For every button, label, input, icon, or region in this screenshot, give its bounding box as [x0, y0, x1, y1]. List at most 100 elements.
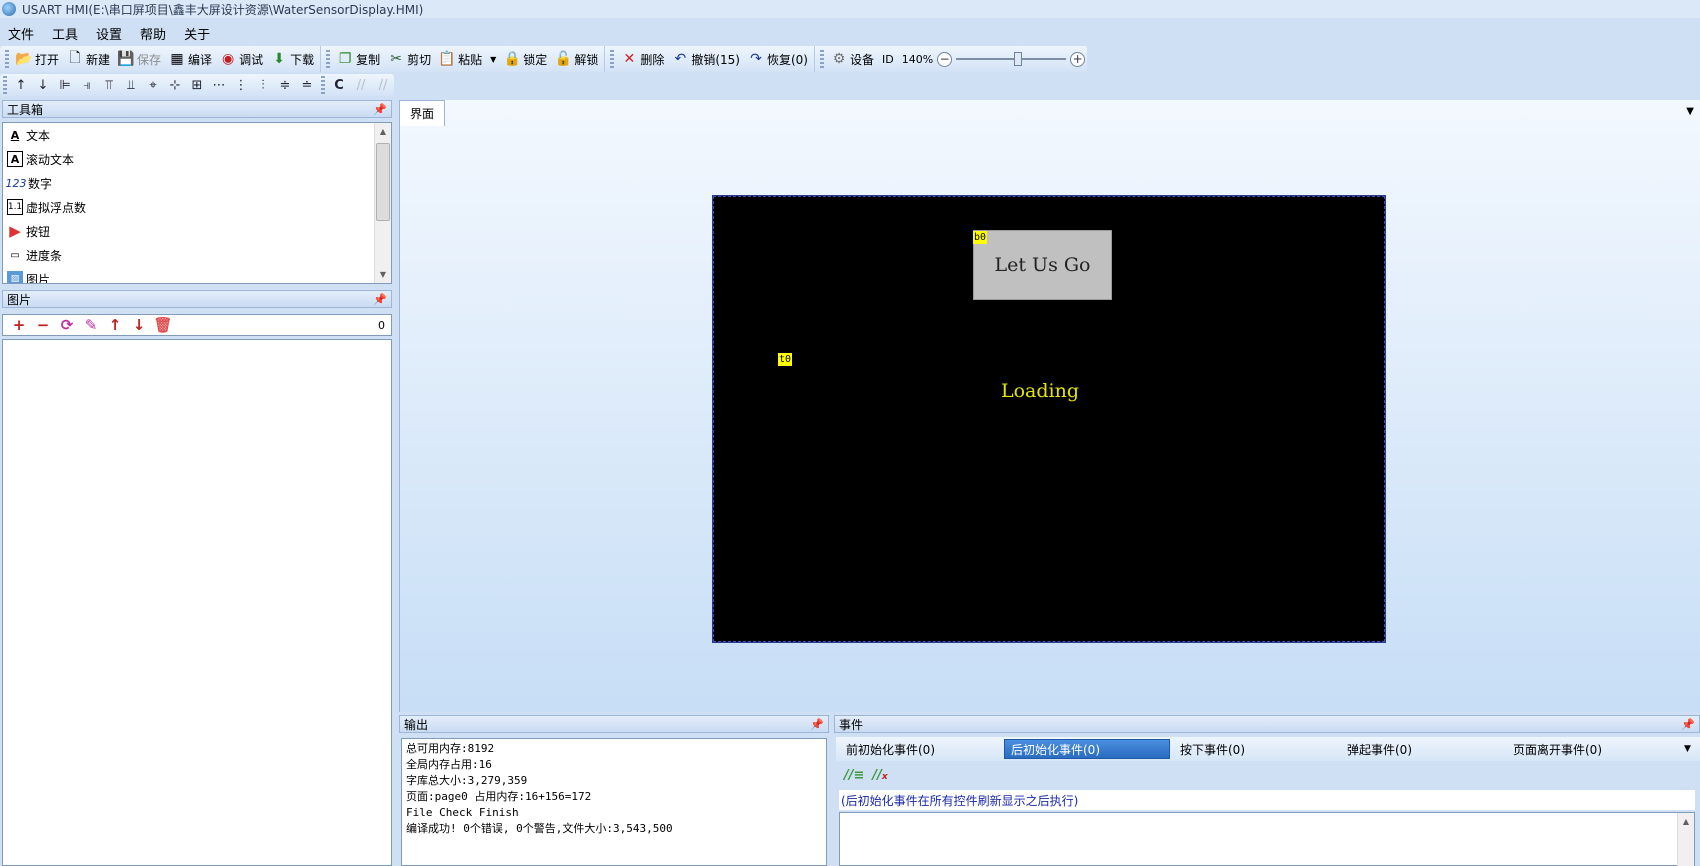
tab-release-event[interactable]: 弹起事件(0): [1341, 739, 1418, 759]
align-top-icon[interactable]: ⫪: [98, 75, 120, 95]
toolbar-grip[interactable]: [819, 50, 824, 68]
id-label: ID: [882, 52, 894, 66]
paste-button[interactable]: 📋 粘贴: [435, 48, 486, 70]
toolbox-item-progress[interactable]: ▭ 进度条: [3, 243, 391, 267]
align-left-icon[interactable]: ⊫: [54, 75, 76, 95]
download-button[interactable]: ⬇ 下载: [267, 48, 318, 70]
code-scrollbar[interactable]: ▲: [1677, 813, 1694, 866]
menu-about[interactable]: 关于: [175, 24, 219, 43]
scroll-up-icon[interactable]: ▲: [375, 123, 391, 140]
align-right-icon[interactable]: ⫣: [76, 75, 98, 95]
move-down-icon[interactable]: ↓: [127, 315, 151, 335]
pin-icon[interactable]: 📌: [373, 103, 387, 116]
save-icon: 💾: [117, 51, 135, 67]
toolbar-grip[interactable]: [610, 50, 615, 68]
tab-page-exit-event[interactable]: 页面离开事件(0): [1507, 739, 1608, 759]
zoom-slider-thumb[interactable]: [1014, 52, 1023, 66]
comment-icon[interactable]: //: [350, 75, 372, 95]
remove-icon[interactable]: −: [31, 315, 55, 335]
delete-button[interactable]: ✕ 删除: [617, 48, 668, 70]
uncomment-icon[interactable]: //: [372, 75, 394, 95]
images-toolbar: + − ⟳ ✎ ↑ ↓ 🗑 0: [2, 314, 392, 336]
chevron-down-icon[interactable]: ▼: [1686, 106, 1694, 117]
event-code-editor[interactable]: ▲: [839, 812, 1695, 866]
distribute-vertical-icon[interactable]: ≑: [274, 75, 296, 95]
tab-pre-init-event[interactable]: 前初始化事件(0): [840, 739, 941, 759]
toolbox-item-scroll-text[interactable]: A 滚动文本: [3, 147, 391, 171]
move-up-icon[interactable]: ↑: [103, 315, 127, 335]
tab-post-init-event[interactable]: 后初始化事件(0): [1004, 739, 1170, 759]
menu-settings[interactable]: 设置: [87, 24, 131, 43]
toolbar-grip[interactable]: [321, 76, 325, 94]
new-button[interactable]: 🗋 新建: [63, 48, 114, 70]
toolbar-grip[interactable]: [3, 76, 7, 94]
same-width-icon[interactable]: ⋯: [208, 75, 230, 95]
scroll-down-icon[interactable]: ▼: [375, 266, 391, 283]
image-count: 0: [378, 318, 385, 332]
events-title: 事件: [839, 717, 864, 732]
tab-press-event[interactable]: 按下事件(0): [1174, 739, 1251, 759]
copy-button[interactable]: ❐ 复制: [333, 48, 384, 70]
undo-button[interactable]: ↶ 撤销(15): [668, 48, 744, 70]
align-bottom-icon[interactable]: ⫫: [120, 75, 142, 95]
comment-icon[interactable]: //≡: [844, 768, 864, 783]
distribute-horizontal-icon[interactable]: ⋮: [230, 75, 252, 95]
redo-button[interactable]: ↷ 恢复(0): [744, 48, 812, 70]
open-button[interactable]: 📂 打开: [12, 48, 63, 70]
cut-button[interactable]: ✂ 剪切: [384, 48, 435, 70]
scroll-up-icon[interactable]: ▲: [1678, 813, 1694, 830]
toolbox-scrollbar[interactable]: ▲ ▼: [374, 123, 391, 283]
debug-button[interactable]: ◉ 调试: [216, 48, 267, 70]
compile-button[interactable]: ▦ 编译: [165, 48, 216, 70]
menu-file[interactable]: 文件: [0, 24, 43, 43]
save-button[interactable]: 💾 保存: [114, 48, 165, 70]
canvas-button-b0[interactable]: Let Us Go: [973, 230, 1112, 300]
id-toggle-button[interactable]: ID: [878, 48, 898, 70]
edit-group: ❐ 复制 ✂ 剪切 📋 粘贴 ▼ 🔒 锁定 🔓 解锁: [321, 46, 606, 72]
pin-icon[interactable]: 📌: [1681, 718, 1695, 731]
replace-icon[interactable]: ⟳: [55, 315, 79, 335]
same-height-icon[interactable]: ⫶: [252, 75, 274, 95]
zoom-in-button[interactable]: +: [1070, 51, 1086, 67]
toolbox-item-picture[interactable]: ▨ 图片: [3, 267, 391, 283]
toolbox-item-text[interactable]: A 文本: [3, 123, 391, 147]
pin-icon[interactable]: 📌: [810, 718, 824, 731]
toolbox-list: A 文本 A 滚动文本 123 数字 1.1 虚拟浮点数 ▶ 按钮 ▭ 进度条 ▨ 图片 ▲ …: [2, 122, 392, 284]
redo-icon: ↷: [750, 51, 762, 67]
move-up-icon[interactable]: ↑: [10, 75, 32, 95]
uncomment-icon[interactable]: //x: [872, 768, 887, 783]
toolbox-item-label: 文本: [26, 128, 51, 143]
image-list[interactable]: [2, 339, 392, 866]
tab-page[interactable]: 界面: [399, 100, 445, 126]
chevron-down-icon: ▼: [490, 54, 497, 64]
new-file-icon: 🗋: [69, 50, 81, 66]
center-vertical-icon[interactable]: ⊹: [164, 75, 186, 95]
zoom-out-button[interactable]: −: [937, 51, 953, 67]
toolbar-grip[interactable]: [326, 50, 331, 68]
menu-tools[interactable]: 工具: [43, 24, 87, 43]
device-button[interactable]: ⚙ 设备: [827, 48, 878, 70]
toolbox-item-button[interactable]: ▶ 按钮: [3, 219, 391, 243]
toolbox-item-number[interactable]: 123 数字: [3, 171, 391, 195]
pin-icon[interactable]: 📌: [373, 293, 387, 306]
paste-dropdown[interactable]: ▼: [486, 48, 500, 70]
center-horizontal-icon[interactable]: ⌖: [142, 75, 164, 95]
spacing-icon[interactable]: ≐: [296, 75, 318, 95]
events-header: 事件 📌: [834, 715, 1700, 733]
scroll-thumb[interactable]: [376, 143, 390, 221]
zoom-slider[interactable]: [956, 52, 1067, 66]
move-down-icon[interactable]: ↓: [32, 75, 54, 95]
canvas-text-t0[interactable]: Loading: [990, 380, 1090, 402]
device-group: ⚙ 设备 ID 140% − +: [815, 46, 1087, 72]
toolbox-item-float[interactable]: 1.1 虚拟浮点数: [3, 195, 391, 219]
unlock-button[interactable]: 🔓 解锁: [551, 48, 602, 70]
same-size-icon[interactable]: ⊞: [186, 75, 208, 95]
chevron-down-icon[interactable]: ▼: [1678, 739, 1697, 759]
edit-icon[interactable]: ✎: [79, 315, 103, 335]
lock-button[interactable]: 🔒 锁定: [500, 48, 551, 70]
add-icon[interactable]: +: [7, 315, 31, 335]
code-icon[interactable]: C: [328, 75, 350, 95]
menu-help[interactable]: 帮助: [131, 24, 175, 43]
trash-icon[interactable]: 🗑: [151, 315, 175, 335]
toolbar-grip[interactable]: [5, 50, 9, 68]
